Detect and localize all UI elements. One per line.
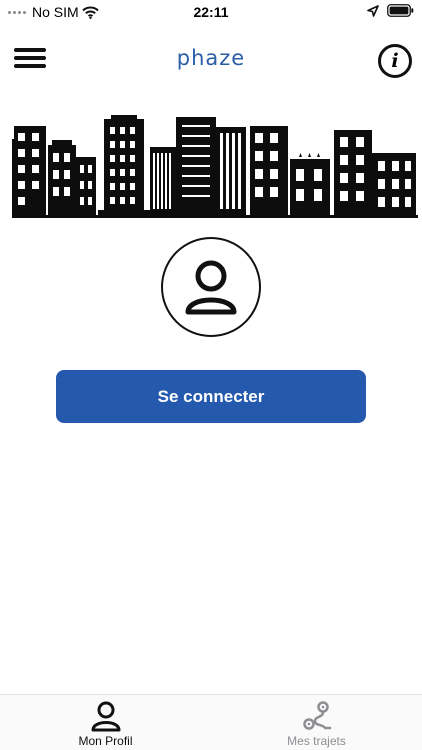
tab-label: Mes trajets xyxy=(287,734,346,748)
app-header: phaze i xyxy=(0,36,422,88)
status-bar: No SIM 22:11 xyxy=(0,0,422,24)
tab-bar: Mon Profil Mes trajets xyxy=(0,694,422,750)
status-right xyxy=(367,4,414,17)
location-arrow-icon xyxy=(367,4,379,17)
login-button[interactable]: Se connecter xyxy=(56,370,366,423)
tab-label: Mon Profil xyxy=(78,734,133,748)
tab-mon-profil[interactable]: Mon Profil xyxy=(0,695,211,750)
route-icon xyxy=(302,701,331,730)
city-skyline-icon xyxy=(12,115,418,218)
brand-logo: phaze xyxy=(176,46,246,70)
info-icon[interactable]: i xyxy=(378,44,412,78)
tab-mes-trajets[interactable]: Mes trajets xyxy=(211,695,422,750)
user-icon xyxy=(91,701,120,732)
status-time: 22:11 xyxy=(193,4,229,20)
user-icon xyxy=(185,260,237,315)
avatar xyxy=(161,237,261,337)
battery-icon xyxy=(387,4,414,17)
